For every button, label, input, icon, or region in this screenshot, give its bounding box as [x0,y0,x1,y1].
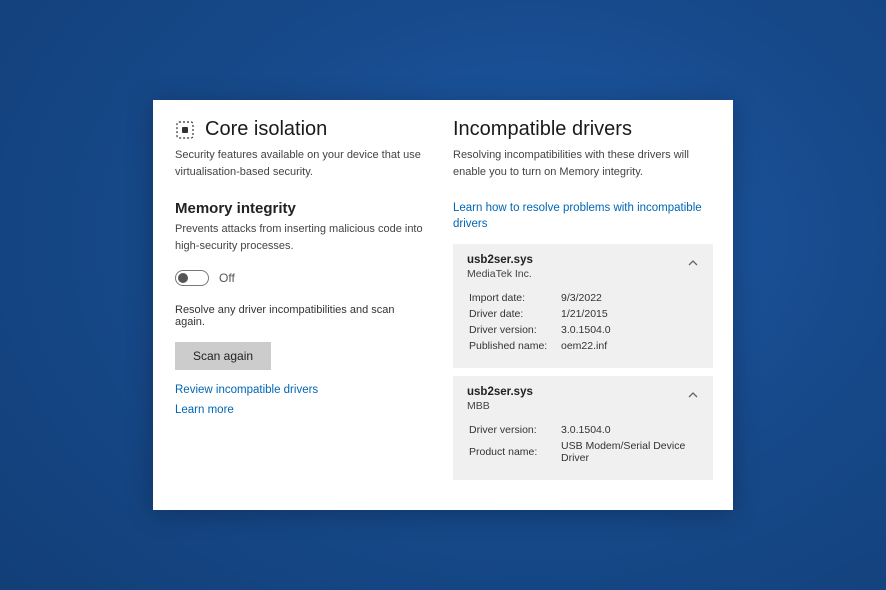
detail-label: Driver date: [469,308,559,322]
detail-value: 9/3/2022 [561,292,611,306]
table-row: Published name:oem22.inf [469,340,611,354]
chevron-up-icon[interactable] [687,388,699,400]
detail-label: Import date: [469,292,559,306]
detail-value: USB Modem/Serial Device Driver [561,440,695,466]
driver-file-name: usb2ser.sys [467,386,697,398]
chevron-up-icon[interactable] [687,256,699,268]
table-row: Product name:USB Modem/Serial Device Dri… [469,440,695,466]
detail-value: oem22.inf [561,340,611,354]
table-row: Import date:9/3/2022 [469,292,611,306]
toggle-state-label: Off [219,271,235,285]
detail-label: Published name: [469,340,559,354]
table-row: Driver date:1/21/2015 [469,308,611,322]
detail-label: Driver version: [469,324,559,338]
detail-value: 3.0.1504.0 [561,424,695,438]
driver-details-table: Import date:9/3/2022Driver date:1/21/201… [467,290,613,356]
scan-again-button[interactable]: Scan again [175,342,271,370]
learn-more-link[interactable]: Learn more [175,404,427,416]
detail-label: Driver version: [469,424,559,438]
page-description: Security features available on your devi… [175,147,427,180]
table-row: Driver version:3.0.1504.0 [469,424,695,438]
detail-value: 3.0.1504.0 [561,324,611,338]
driver-card: usb2ser.sys MediaTek Inc. Import date:9/3/… [453,244,713,368]
learn-resolve-link[interactable]: Learn how to resolve problems with incom… [453,200,713,232]
drivers-list: usb2ser.sys MediaTek Inc. Import date:9/3/… [453,244,713,480]
settings-window: Core isolation Security features availab… [153,100,733,510]
review-incompatible-drivers-link[interactable]: Review incompatible drivers [175,384,427,396]
table-row: Driver version:3.0.1504.0 [469,324,611,338]
memory-integrity-toggle[interactable] [175,270,209,286]
core-isolation-panel: Core isolation Security features availab… [175,118,427,488]
incompatible-drivers-panel: Incompatible drivers Resolving incompati… [453,118,713,488]
driver-vendor: MediaTek Inc. [467,268,697,280]
driver-vendor: MBB [467,400,697,412]
page-title-row: Core isolation [175,118,427,141]
resolve-hint: Resolve any driver incompatibilities and… [175,304,427,328]
memory-integrity-description: Prevents attacks from inserting maliciou… [175,221,427,254]
detail-label: Product name: [469,440,559,466]
core-isolation-icon [175,120,195,140]
memory-integrity-toggle-row: Off [175,270,427,286]
driver-details-table: Driver version:3.0.1504.0Product name:US… [467,422,697,468]
page-title: Core isolation [205,118,327,141]
incompatible-drivers-description: Resolving incompatibilities with these d… [453,147,713,180]
detail-value: 1/21/2015 [561,308,611,322]
driver-file-name: usb2ser.sys [467,254,697,266]
memory-integrity-heading: Memory integrity [175,200,427,217]
driver-card: usb2ser.sysMBBDriver version:3.0.1504.0P… [453,376,713,480]
incompatible-drivers-title: Incompatible drivers [453,118,713,141]
